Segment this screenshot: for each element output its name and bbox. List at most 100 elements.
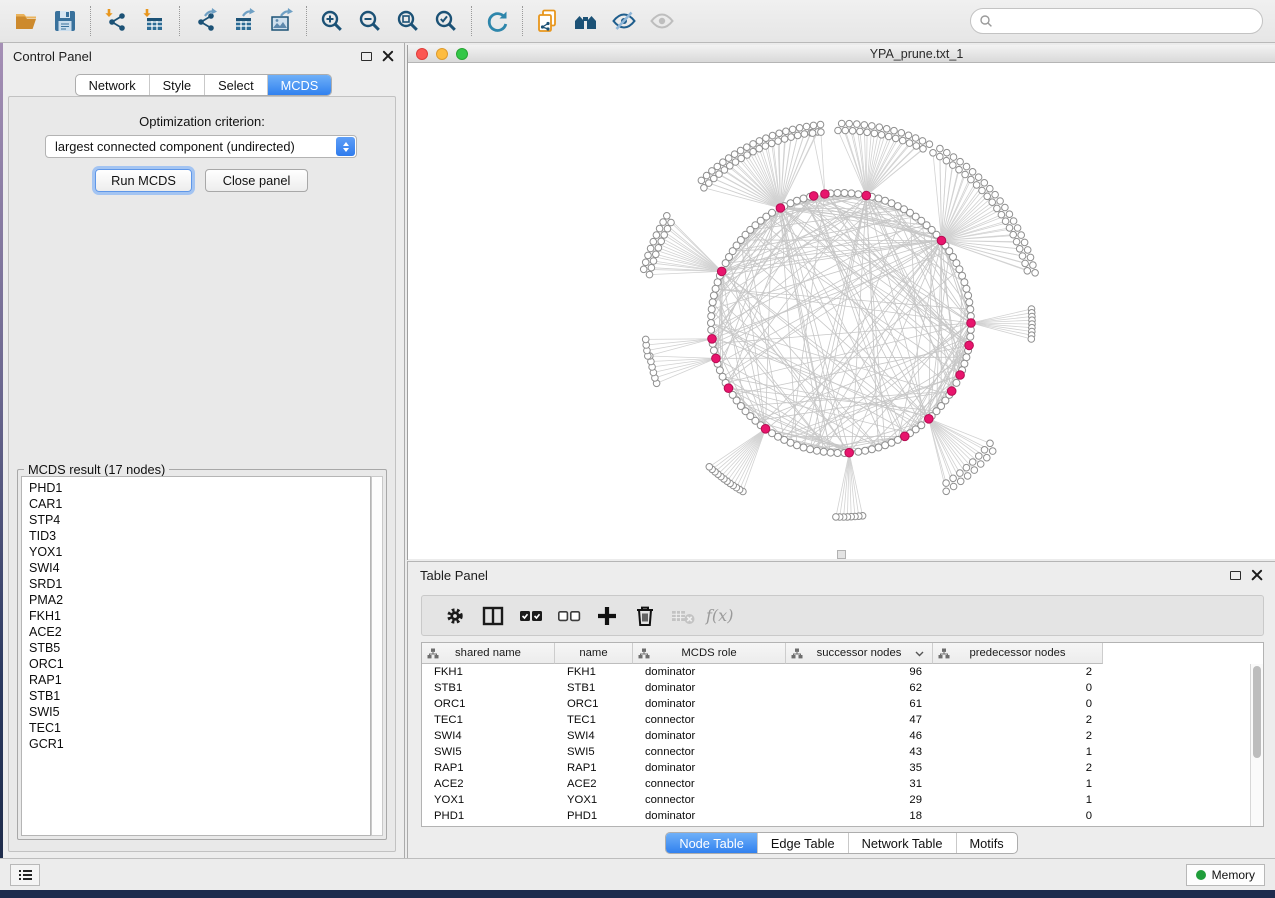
graph-node[interactable] [834, 190, 841, 197]
float-table-panel-icon[interactable] [1230, 571, 1241, 580]
graph-node[interactable] [708, 306, 715, 313]
table-scrollbar-thumb[interactable] [1253, 666, 1261, 758]
graph-node[interactable] [841, 190, 848, 197]
graph-node[interactable] [1019, 253, 1026, 260]
add-column-icon[interactable] [588, 600, 626, 632]
table-row[interactable]: TEC1TEC1connector472 [422, 712, 1250, 728]
graph-node[interactable] [653, 251, 660, 258]
table-row[interactable]: ACE2ACE2connector311 [422, 776, 1250, 792]
graph-node-dominator[interactable] [708, 335, 717, 344]
window-close-icon[interactable] [416, 48, 428, 60]
mcds-result-item[interactable]: STB1 [29, 688, 370, 704]
graph-node[interactable] [744, 144, 751, 151]
graph-node[interactable] [820, 448, 827, 455]
graph-node-dominator[interactable] [717, 267, 726, 276]
mcds-result-scrollbar[interactable] [371, 476, 383, 836]
open-file-icon[interactable] [8, 4, 46, 38]
graph-node-dominator[interactable] [845, 448, 854, 457]
graph-node[interactable] [855, 448, 862, 455]
table-scrollbar[interactable] [1250, 664, 1263, 826]
graph-node[interactable] [744, 152, 751, 159]
table-row[interactable]: PHD1PHD1dominator180 [422, 808, 1250, 824]
mcds-result-item[interactable]: ACE2 [29, 624, 370, 640]
graph-node[interactable] [981, 447, 988, 454]
graph-node[interactable] [943, 480, 950, 487]
graph-node[interactable] [905, 132, 912, 139]
dropdown-stepper-icon[interactable] [336, 137, 355, 156]
graph-node[interactable] [962, 171, 969, 178]
graph-node[interactable] [1024, 268, 1031, 275]
graph-node[interactable] [708, 320, 715, 327]
graph-node[interactable] [1027, 254, 1034, 261]
graph-node[interactable] [876, 124, 883, 131]
graph-node[interactable] [1021, 239, 1028, 246]
graph-node[interactable] [989, 448, 996, 455]
graph-node[interactable] [977, 461, 984, 468]
graph-node[interactable] [789, 126, 796, 133]
column-header-MCDS-role[interactable]: MCDS role [633, 643, 786, 664]
graph-node[interactable] [885, 133, 892, 140]
graph-node[interactable] [706, 464, 713, 471]
graph-node[interactable] [781, 136, 788, 143]
graph-node[interactable] [950, 154, 957, 161]
graph-node-dominator[interactable] [965, 341, 974, 350]
table-row[interactable]: FKH1FKH1dominator962 [422, 664, 1250, 680]
task-history-button[interactable] [10, 864, 40, 886]
graph-node[interactable] [868, 446, 875, 453]
graph-node[interactable] [776, 130, 783, 137]
graph-node[interactable] [943, 157, 950, 164]
tab-select[interactable]: Select [205, 75, 268, 95]
graph-node[interactable] [961, 279, 968, 286]
graph-node[interactable] [756, 145, 763, 152]
graph-node[interactable] [646, 271, 653, 278]
graph-node[interactable] [817, 121, 824, 128]
graph-node[interactable] [957, 478, 964, 485]
graph-node[interactable] [833, 514, 840, 521]
graph-node[interactable] [664, 225, 671, 232]
graph-node[interactable] [944, 149, 951, 156]
graph-node[interactable] [818, 129, 825, 136]
graph-node[interactable] [875, 444, 882, 451]
graph-node[interactable] [963, 464, 970, 471]
graph-node[interactable] [796, 125, 803, 132]
graph-node[interactable] [892, 135, 899, 142]
graph-node[interactable] [800, 195, 807, 202]
graph-node[interactable] [943, 488, 950, 495]
graph-node[interactable] [1030, 262, 1037, 269]
graph-node[interactable] [979, 187, 986, 194]
graph-node[interactable] [750, 141, 757, 148]
mcds-result-item[interactable]: STB5 [29, 640, 370, 656]
graph-node[interactable] [1024, 247, 1031, 254]
export-table-icon[interactable] [224, 4, 262, 38]
table-row[interactable]: SWI5SWI5connector431 [422, 744, 1250, 760]
mcds-result-item[interactable]: STP4 [29, 512, 370, 528]
graph-node[interactable] [930, 150, 937, 157]
graph-node[interactable] [803, 123, 810, 130]
graph-node[interactable] [640, 266, 647, 273]
export-network-icon[interactable] [186, 4, 224, 38]
graph-node[interactable] [950, 162, 957, 169]
graph-node[interactable] [842, 127, 849, 134]
graph-node[interactable] [709, 299, 716, 306]
graph-node[interactable] [1002, 218, 1009, 225]
graph-node[interactable] [809, 130, 816, 137]
graph-node[interactable] [967, 306, 974, 313]
graph-node[interactable] [1022, 260, 1029, 267]
zoom-out-icon[interactable] [351, 4, 389, 38]
graph-node[interactable] [969, 459, 976, 466]
graph-node[interactable] [668, 219, 675, 226]
unselect-all-columns-icon[interactable] [550, 600, 588, 632]
graph-node[interactable] [794, 132, 801, 139]
graph-node[interactable] [708, 326, 715, 333]
graph-node[interactable] [864, 129, 871, 136]
graph-node[interactable] [650, 258, 657, 265]
graph-node[interactable] [750, 148, 757, 155]
mcds-result-list[interactable]: PHD1CAR1STP4TID3YOX1SWI4SRD1PMA2FKH1ACE2… [21, 476, 371, 836]
graph-node[interactable] [926, 141, 933, 148]
graph-node[interactable] [793, 197, 800, 204]
refresh-icon[interactable] [478, 4, 516, 38]
graph-node[interactable] [801, 131, 808, 138]
graph-node[interactable] [710, 292, 717, 299]
zoom-fit-icon[interactable] [389, 4, 427, 38]
graph-node[interactable] [756, 138, 763, 145]
